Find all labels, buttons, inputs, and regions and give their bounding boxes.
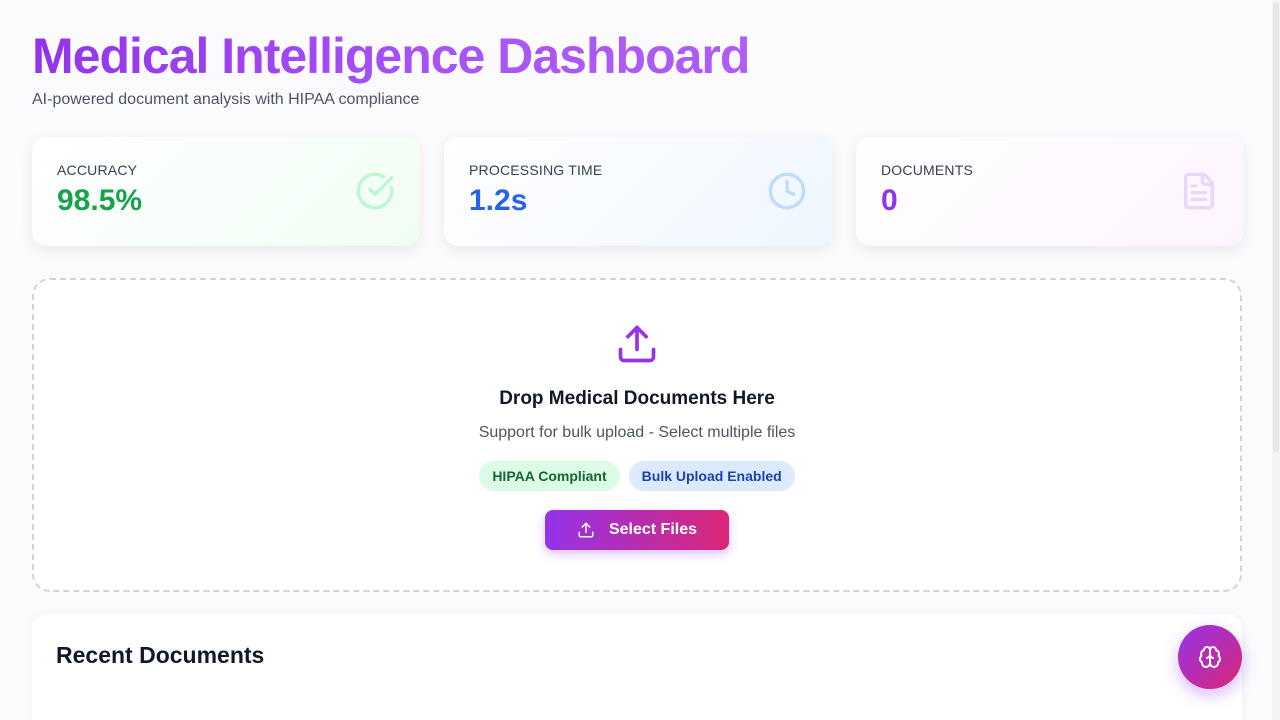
stats-row: ACCURACY 98.5% PROCESSING TIME 1.2s DOCU… — [32, 137, 1244, 246]
check-circle-icon — [356, 172, 394, 210]
scrollbar-thumb[interactable] — [1273, 2, 1279, 452]
upload-dropzone[interactable]: Drop Medical Documents Here Support for … — [32, 278, 1242, 592]
ai-assistant-button[interactable] — [1178, 625, 1242, 689]
accuracy-card: ACCURACY 98.5% — [32, 137, 420, 246]
processing-time-card: PROCESSING TIME 1.2s — [444, 137, 832, 246]
select-files-button[interactable]: Select Files — [545, 510, 729, 550]
dropzone-subtitle: Support for bulk upload - Select multipl… — [478, 424, 796, 441]
page-title: Medical Intelligence Dashboard — [32, 28, 750, 84]
badge-group: HIPAA Compliant Bulk Upload Enabled — [34, 461, 1240, 491]
page-scrollbar[interactable] — [1272, 0, 1280, 720]
hipaa-badge: HIPAA Compliant — [479, 461, 620, 491]
stat-label: ACCURACY — [57, 162, 138, 178]
documents-card: DOCUMENTS 0 — [856, 137, 1244, 246]
upload-icon — [618, 325, 656, 363]
select-files-label: Select Files — [608, 521, 698, 538]
page-header: Medical Intelligence Dashboard AI-powere… — [32, 26, 750, 109]
clock-icon — [768, 172, 806, 210]
stat-value: 0 — [881, 184, 898, 217]
page-subtitle: AI-powered document analysis with HIPAA … — [32, 91, 420, 108]
recent-documents-panel: Recent Documents — [32, 614, 1242, 720]
bulk-upload-badge: Bulk Upload Enabled — [628, 461, 795, 491]
dashboard-page: Medical Intelligence Dashboard AI-powere… — [0, 0, 1280, 720]
upload-small-icon — [578, 522, 594, 538]
stat-value: 1.2s — [469, 184, 528, 217]
stat-value: 98.5% — [57, 184, 143, 217]
stat-label: DOCUMENTS — [881, 162, 974, 178]
document-icon — [1184, 172, 1214, 210]
recent-documents-title: Recent Documents — [56, 642, 265, 668]
dropzone-title: Drop Medical Documents Here — [499, 388, 775, 409]
brain-icon — [1199, 646, 1221, 668]
stat-label: PROCESSING TIME — [469, 162, 603, 178]
